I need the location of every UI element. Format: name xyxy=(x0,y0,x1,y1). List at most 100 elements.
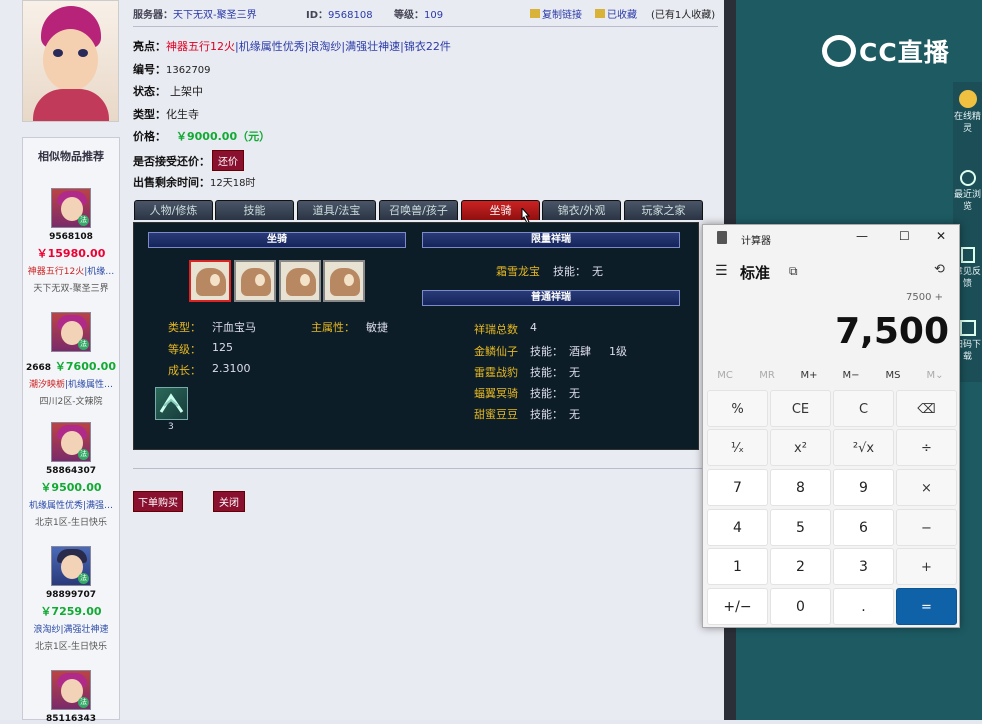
plus-button[interactable]: + xyxy=(896,548,957,585)
item-thumbnail[interactable]: 法 xyxy=(51,670,91,710)
counter-offer-button[interactable]: 还价 xyxy=(212,150,244,171)
mount-slot[interactable] xyxy=(189,260,231,302)
tab-character[interactable]: 人物/修炼 xyxy=(134,200,213,220)
close-window-button[interactable]: ✕ xyxy=(936,229,946,243)
similar-item[interactable]: 法 58864307 ￥9500.00 机缘属性优秀|满强… 北京1区-生日快乐 xyxy=(23,422,119,528)
item-server: 北京1区-生日快乐 xyxy=(35,518,107,528)
close-button[interactable]: 关闭 xyxy=(213,491,245,512)
minus-button[interactable]: − xyxy=(896,509,957,546)
digit-3-button[interactable]: 3 xyxy=(833,548,894,585)
mount-skill-value: 无 xyxy=(569,408,580,421)
calculator-mode: 标准 xyxy=(740,264,771,282)
rail-item-sprite[interactable]: 在线精灵 xyxy=(953,90,982,135)
item-thumbnail[interactable]: 法 xyxy=(51,422,91,462)
item-tag-highlight: 神器五行12火 xyxy=(27,267,85,277)
rail-label: 最近浏览 xyxy=(953,190,981,212)
mount-slot[interactable] xyxy=(323,260,365,302)
tab-skills[interactable]: 技能 xyxy=(215,200,294,220)
sqrt-button[interactable]: ²√x xyxy=(833,429,894,466)
mem-subtract-button[interactable]: M− xyxy=(830,370,872,381)
digit-8-button[interactable]: 8 xyxy=(770,469,831,506)
item-thumbnail[interactable]: 法 xyxy=(51,546,91,586)
rail-item-recent[interactable]: 最近浏览 xyxy=(953,170,982,213)
similar-item[interactable]: 法 98899707 ￥7259.00 浪淘纱|满强壮神速 北京1区-生日快乐 xyxy=(23,546,119,652)
mount-name: 金鳞仙子 xyxy=(474,345,518,358)
remaining-value: 12天18时 xyxy=(210,178,256,189)
mem-recall-button[interactable]: MR xyxy=(746,370,788,381)
buy-button[interactable]: 下单购买 xyxy=(133,491,183,512)
level-value: 109 xyxy=(424,10,444,21)
horse-icon xyxy=(241,268,271,296)
reciprocal-button[interactable]: ¹⁄ₓ xyxy=(707,429,768,466)
mount-skill-label: 技能： xyxy=(530,345,563,358)
window-title: 计算器 xyxy=(741,236,771,247)
clear-button[interactable]: C xyxy=(833,390,894,427)
item-price: ￥7259.00 xyxy=(40,605,102,618)
percent-button[interactable]: % xyxy=(707,390,768,427)
item-thumbnail[interactable]: 法 xyxy=(51,188,91,228)
maximize-button[interactable]: ☐ xyxy=(899,229,910,243)
digit-5-button[interactable]: 5 xyxy=(770,509,831,546)
expression: 7500 + xyxy=(905,292,943,303)
collected-button[interactable]: 已收藏 xyxy=(595,6,637,21)
digit-9-button[interactable]: 9 xyxy=(833,469,894,506)
digit-7-button[interactable]: 7 xyxy=(707,469,768,506)
item-price: ￥15980.00 xyxy=(36,247,106,260)
digit-0-button[interactable]: 0 xyxy=(770,588,831,625)
copy-link-button[interactable]: 复制链接 xyxy=(530,6,582,21)
similar-item[interactable]: 法 9568108 ￥15980.00 神器五行12火|机缘… 天下无双-聚圣三… xyxy=(23,188,119,294)
minimize-button[interactable]: — xyxy=(856,229,868,243)
mount-skill-icon[interactable] xyxy=(155,387,188,420)
mem-store-button[interactable]: MS xyxy=(872,370,914,381)
square-button[interactable]: x² xyxy=(770,429,831,466)
item-price: ￥7600.00 xyxy=(54,360,116,373)
tab-home[interactable]: 玩家之家 xyxy=(624,200,703,220)
digit-4-button[interactable]: 4 xyxy=(707,509,768,546)
similar-items-panel: 相似物品推荐 法 9568108 ￥15980.00 神器五行12火|机缘… 天… xyxy=(22,137,120,724)
mount-header: 坐骑 xyxy=(148,232,406,248)
item-tag-text: |机缘… xyxy=(84,267,115,277)
price-row: 价格： ￥9000.00（元） xyxy=(133,128,270,144)
item-tags: 神器五行12火|机缘… xyxy=(23,264,119,277)
digit-2-button[interactable]: 2 xyxy=(770,548,831,585)
character-portrait xyxy=(22,0,119,122)
mem-clear-button[interactable]: MC xyxy=(704,370,746,381)
tab-items[interactable]: 道具/法宝 xyxy=(297,200,376,220)
mount-name: 蝠翼冥骑 xyxy=(474,387,518,400)
tab-summons[interactable]: 召唤兽/孩子 xyxy=(379,200,458,220)
backspace-button[interactable]: ⌫ xyxy=(896,390,957,427)
history-icon[interactable]: ⟲ xyxy=(934,262,945,277)
item-thumbnail[interactable]: 法 xyxy=(51,312,91,352)
hamburger-menu-icon[interactable]: ☰ xyxy=(715,263,728,279)
mem-list-button[interactable]: M⌄ xyxy=(914,370,956,381)
similar-item[interactable]: 法 2668 ￥7600.00 潮汐映栃|机缘属性… 四川2区-文辣院 xyxy=(23,312,119,407)
level-label: 等级： xyxy=(394,10,424,21)
id-label: ID： xyxy=(306,10,329,21)
digit-6-button[interactable]: 6 xyxy=(833,509,894,546)
server-label: 服务器： xyxy=(133,10,173,21)
clear-entry-button[interactable]: CE xyxy=(770,390,831,427)
mem-add-button[interactable]: M+ xyxy=(788,370,830,381)
equals-button[interactable]: = xyxy=(896,588,957,625)
mount-slot[interactable] xyxy=(279,260,321,302)
normal-header: 普通祥瑞 xyxy=(422,290,680,306)
divide-button[interactable]: ÷ xyxy=(896,429,957,466)
keep-on-top-icon[interactable]: ⧉ xyxy=(789,264,798,279)
total-label: 祥瑞总数 xyxy=(474,323,518,336)
divider xyxy=(133,26,718,27)
negate-button[interactable]: +/− xyxy=(707,588,768,625)
mount-panel: 坐骑 限量祥瑞 类型： 汗血宝马 主属性： 敏捷 等级： 125 成长： 2.3… xyxy=(133,222,699,450)
multiply-button[interactable]: × xyxy=(896,469,957,506)
tab-outfit[interactable]: 锦衣/外观 xyxy=(542,200,621,220)
total-value: 4 xyxy=(530,321,537,334)
type-label: 类型： xyxy=(133,108,166,121)
decimal-button[interactable]: . xyxy=(833,588,894,625)
counter-offer-label: 是否接受还价： xyxy=(133,155,210,168)
highlight-label: 亮点： xyxy=(133,40,166,53)
limited-skill-value: 无 xyxy=(592,265,603,278)
similar-item[interactable]: 法 85116343 xyxy=(23,670,119,724)
highlight-rest: |机缘属性优秀|浪淘纱|满强壮神速|锦衣22件 xyxy=(235,40,451,53)
server-info: 服务器：天下无双-聚圣三界 xyxy=(133,6,257,21)
mount-slot[interactable] xyxy=(234,260,276,302)
digit-1-button[interactable]: 1 xyxy=(707,548,768,585)
